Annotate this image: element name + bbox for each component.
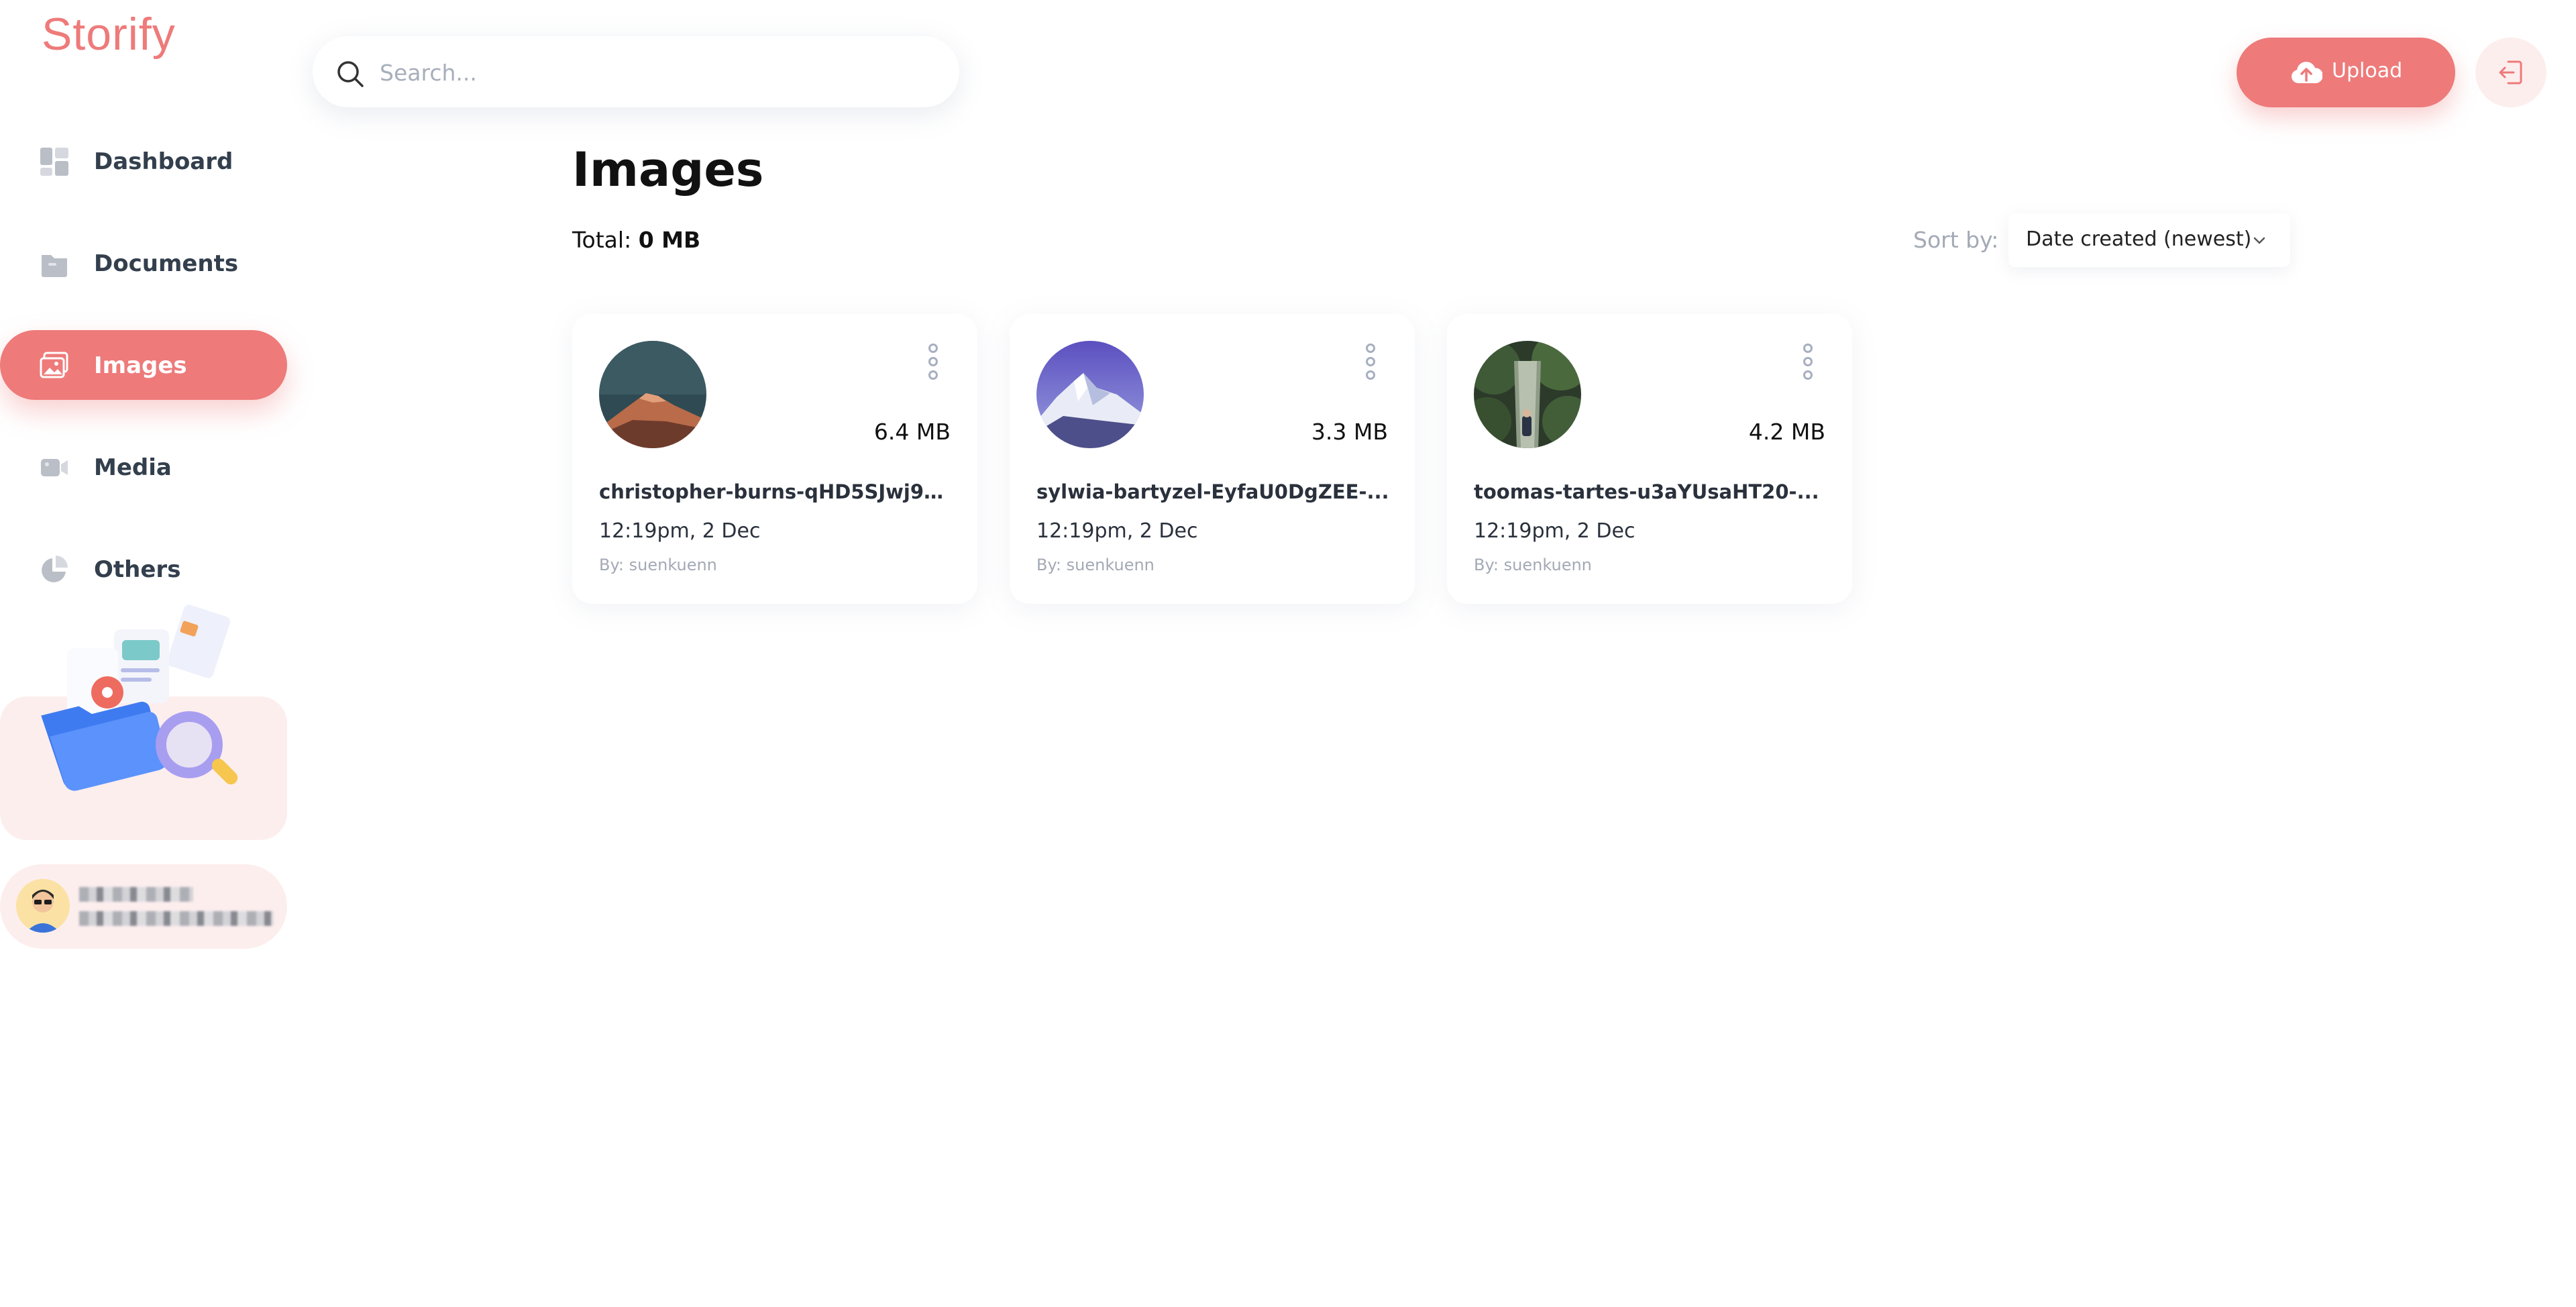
- sidebar-item-label: Others: [94, 556, 181, 583]
- file-size: 3.3 MB: [1311, 419, 1388, 445]
- redacted-email: [79, 911, 274, 926]
- sidebar-item-label: Documents: [94, 250, 239, 277]
- file-date: 12:19pm, 2 Dec: [1474, 519, 1635, 543]
- app-logo[interactable]: Storify: [42, 8, 176, 60]
- search-bar[interactable]: [313, 36, 959, 107]
- folder-icon: [42, 255, 67, 277]
- more-options-icon[interactable]: [1801, 344, 1815, 386]
- sidebar-item-dashboard[interactable]: Dashboard: [0, 126, 287, 196]
- file-thumbnail: [1474, 341, 1581, 448]
- cloud-upload-icon: [2292, 62, 2322, 83]
- more-options-icon[interactable]: [926, 344, 940, 386]
- file-name[interactable]: toomas-tartes-u3aYUsaHT20-...: [1474, 480, 1829, 503]
- video-icon: [41, 459, 68, 476]
- sidebar-item-documents[interactable]: Documents: [0, 228, 287, 298]
- files-illustration: [41, 605, 238, 791]
- avatar: [16, 879, 70, 933]
- pie-chart-icon: [42, 556, 68, 582]
- total-value: 0 MB: [638, 227, 701, 253]
- file-card[interactable]: 4.2 MB toomas-tartes-u3aYUsaHT20-... 12:…: [1447, 314, 1852, 604]
- file-card[interactable]: 3.3 MB sylwia-bartyzel-EyfaU0DgZEE-... 1…: [1010, 314, 1415, 604]
- file-owner: By: suenkuenn: [1474, 556, 1592, 574]
- file-thumbnail: [1036, 341, 1144, 448]
- file-owner: By: suenkuenn: [1036, 556, 1155, 574]
- upload-label: Upload: [2332, 59, 2403, 83]
- sidebar: Storify Dashboard Documents Images Media…: [0, 0, 288, 1307]
- file-date: 12:19pm, 2 Dec: [599, 519, 761, 543]
- dashboard-icon: [40, 148, 68, 176]
- logout-icon: [2499, 60, 2522, 85]
- sidebar-item-media[interactable]: Media: [0, 432, 287, 502]
- search-icon: [337, 61, 364, 87]
- file-thumbnail: [599, 341, 706, 448]
- sidebar-item-others[interactable]: Others: [0, 534, 287, 604]
- sidebar-item-label: Images: [94, 352, 187, 379]
- search-input[interactable]: [380, 54, 916, 91]
- file-card[interactable]: 6.4 MB christopher-burns-qHD5SJwj9gM-...…: [572, 314, 977, 604]
- sort-select[interactable]: Date created (newest): [2008, 213, 2290, 267]
- file-date: 12:19pm, 2 Dec: [1036, 519, 1198, 543]
- chevron-down-icon: [2253, 237, 2265, 244]
- sidebar-item-label: Dashboard: [94, 148, 233, 175]
- logout-button[interactable]: [2475, 38, 2546, 107]
- file-name[interactable]: sylwia-bartyzel-EyfaU0DgZEE-...: [1036, 480, 1392, 503]
- total-size: Total: 0 MB: [572, 227, 700, 253]
- sort-value: Date created (newest): [2026, 227, 2252, 251]
- sort-label: Sort by:: [1913, 227, 1999, 253]
- page-title: Images: [572, 142, 764, 197]
- redacted-username: [79, 887, 193, 902]
- upload-button[interactable]: Upload: [2237, 38, 2455, 107]
- file-size: 6.4 MB: [873, 419, 951, 445]
- sidebar-item-label: Media: [94, 454, 172, 481]
- sidebar-item-images[interactable]: Images: [0, 330, 287, 400]
- images-icon: [40, 352, 68, 378]
- total-label: Total:: [572, 227, 632, 253]
- file-name[interactable]: christopher-burns-qHD5SJwj9gM-...: [599, 480, 955, 503]
- more-options-icon[interactable]: [1364, 344, 1377, 386]
- file-owner: By: suenkuenn: [599, 556, 717, 574]
- file-size: 4.2 MB: [1748, 419, 1825, 445]
- user-profile-card[interactable]: [0, 864, 287, 949]
